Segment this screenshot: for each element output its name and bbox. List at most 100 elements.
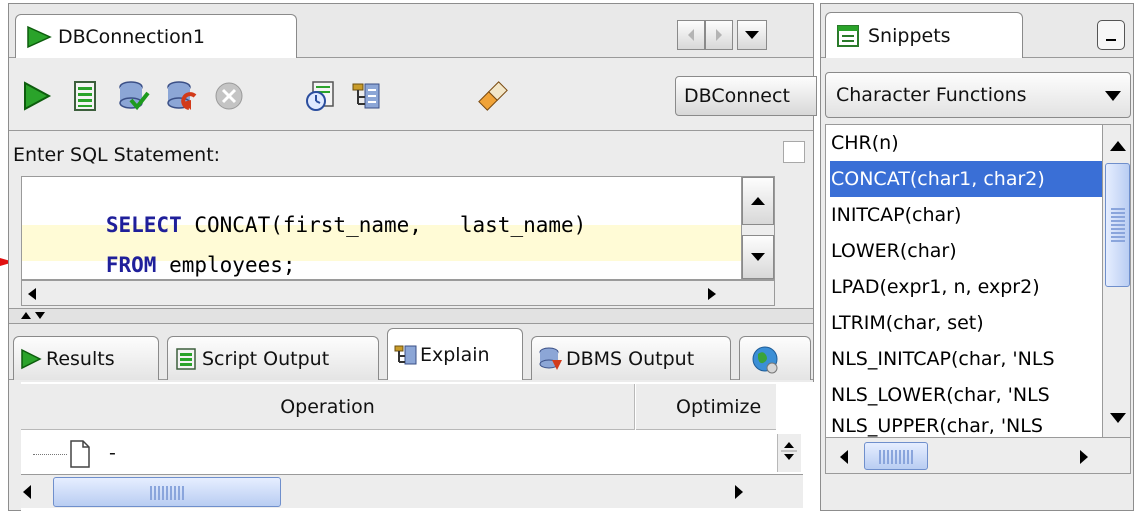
splitter-handle[interactable] — [9, 308, 813, 324]
connection-select[interactable]: DBConnect — [675, 76, 817, 116]
scroll-up-button[interactable] — [742, 177, 774, 225]
arrow-up-icon — [1110, 141, 1126, 151]
scroll-right-button[interactable] — [706, 286, 718, 305]
tree-connector — [33, 454, 67, 455]
tab-dbms-output-label: DBMS Output — [566, 347, 695, 370]
grid-scroll-left-button[interactable] — [21, 484, 33, 504]
snippets-panel: Snippets Character Functions CHR(n) CONC… — [820, 3, 1134, 511]
sql-history-button[interactable] — [305, 80, 337, 112]
explain-plan-button[interactable] — [351, 80, 383, 112]
tab-script-output-label: Script Output — [202, 347, 330, 370]
snippets-icon — [836, 24, 860, 48]
sql-editor-vertical-scrollbar[interactable] — [741, 176, 775, 280]
commit-icon — [119, 81, 150, 111]
tab-dbms-output[interactable]: DBMS Output — [531, 336, 731, 380]
tab-scroll-left-button[interactable] — [677, 20, 705, 50]
clear-eraser-icon — [478, 81, 508, 111]
run-script-icon — [74, 81, 96, 111]
snippet-list: CHR(n) CONCAT(char1, char2) INITCAP(char… — [825, 124, 1131, 474]
list-horizontal-thumb[interactable] — [864, 442, 928, 470]
tab-results[interactable]: Results — [13, 336, 159, 380]
table-row[interactable]: - — [21, 434, 776, 472]
column-header-operation[interactable]: Operation — [21, 384, 635, 430]
list-item-selected[interactable]: CONCAT(char1, char2) — [830, 161, 1103, 197]
rollback-button[interactable] — [165, 80, 199, 112]
script-output-icon — [174, 347, 198, 371]
explain-grid-horizontal-scrollbar[interactable] — [21, 474, 803, 508]
run-statement-button[interactable] — [21, 80, 53, 112]
tab-snippets[interactable]: Snippets — [825, 12, 1023, 58]
minimize-icon — [1106, 39, 1116, 41]
arrow-down-icon — [1110, 413, 1126, 423]
worksheet-toolbar: DBConnect — [9, 60, 817, 130]
tab-dbconnection1-label: DBConnection1 — [58, 25, 205, 48]
list-scroll-up-button[interactable] — [1109, 137, 1127, 156]
document-icon — [69, 440, 91, 468]
tab-scroll-right-button[interactable] — [705, 20, 733, 50]
tab-dbconnection1[interactable]: DBConnection1 — [15, 14, 297, 58]
run-arrow-icon — [26, 25, 52, 49]
list-item[interactable]: INITCAP(char) — [830, 197, 1103, 233]
run-statement-icon — [24, 81, 52, 111]
list-item[interactable]: NLS_LOWER(char, 'NLS — [830, 377, 1103, 413]
list-item[interactable]: LOWER(char) — [830, 233, 1103, 269]
sql-history-icon — [306, 81, 334, 111]
tab-more-globe[interactable] — [739, 336, 811, 380]
sql-line-2-text: employees; — [156, 253, 296, 277]
tab-snippets-label: Snippets — [868, 24, 951, 47]
results-run-icon — [20, 348, 42, 370]
output-tab-strip: Results Script Output Explain DBMS Outpu… — [9, 324, 813, 380]
snippet-category-value: Character Functions — [836, 84, 1027, 106]
rollback-icon — [167, 81, 197, 110]
explain-grid: Operation Optimize - — [21, 382, 815, 512]
tab-results-label: Results — [46, 347, 115, 370]
chevron-down-icon — [1105, 91, 1121, 101]
list-item[interactable]: NLS_INITCAP(char, 'NLS — [830, 341, 1103, 377]
tab-explain-label: Explain — [420, 343, 490, 366]
list-item[interactable]: LPAD(expr1, n, expr2) — [830, 269, 1103, 305]
chevron-down-icon — [745, 31, 759, 39]
snippet-list-horizontal-scrollbar[interactable] — [826, 437, 1130, 473]
dbms-output-icon — [538, 346, 564, 372]
snippet-category-select[interactable]: Character Functions — [825, 72, 1131, 118]
grid-scroll-right-button[interactable] — [733, 484, 745, 504]
grid-scroll-thumb[interactable] — [53, 477, 281, 507]
sql-editor-horizontal-scrollbar[interactable] — [21, 280, 775, 306]
scroll-left-button[interactable] — [26, 286, 38, 305]
list-scroll-down-button[interactable] — [1109, 409, 1127, 428]
tab-explain[interactable]: Explain — [387, 328, 523, 380]
tab-list-dropdown-button[interactable] — [737, 20, 767, 50]
list-scroll-left-button[interactable] — [838, 449, 850, 469]
snippets-tab-strip: Snippets — [821, 4, 1133, 58]
list-item[interactable]: NLS_UPPER(char, 'NLS — [830, 415, 1103, 437]
commit-button[interactable] — [117, 80, 151, 112]
arrow-down-icon — [751, 253, 765, 261]
arrow-right-icon — [708, 288, 716, 300]
column-header-optimizer[interactable]: Optimize — [636, 384, 776, 430]
snippet-list-vertical-scrollbar[interactable] — [1102, 125, 1130, 437]
run-script-button[interactable] — [69, 80, 101, 112]
worksheet-tab-strip: DBConnection1 — [9, 4, 813, 58]
scroll-down-button[interactable] — [742, 235, 774, 279]
editor-toggle-checkbox[interactable] — [783, 141, 805, 163]
list-scroll-right-button[interactable] — [1078, 449, 1090, 469]
list-item[interactable]: CHR(n) — [830, 125, 1103, 161]
clear-button[interactable] — [475, 78, 511, 114]
tab-script-output[interactable]: Script Output — [167, 336, 379, 380]
arrow-left-icon — [23, 485, 31, 499]
minimize-button[interactable] — [1097, 20, 1125, 50]
sql-keyword-from: FROM — [105, 253, 157, 277]
globe-icon — [750, 344, 780, 374]
sql-editor[interactable]: SELECT CONCAT(first_name, last_name) FRO… — [21, 176, 773, 280]
list-scroll-thumb[interactable] — [1105, 163, 1130, 287]
splitter-arrows-icon — [21, 312, 45, 319]
connection-select-value: DBConnect — [684, 85, 790, 107]
list-item[interactable]: LTRIM(char, set) — [830, 305, 1103, 341]
explain-plan-icon — [352, 83, 380, 109]
explain-grid-vertical-scrollbar[interactable] — [777, 434, 801, 472]
arrow-left-icon — [840, 450, 848, 464]
explain-tab-icon — [394, 343, 418, 367]
arrow-up-icon — [751, 197, 765, 205]
cancel-icon — [215, 82, 243, 110]
cancel-button[interactable] — [213, 80, 245, 112]
